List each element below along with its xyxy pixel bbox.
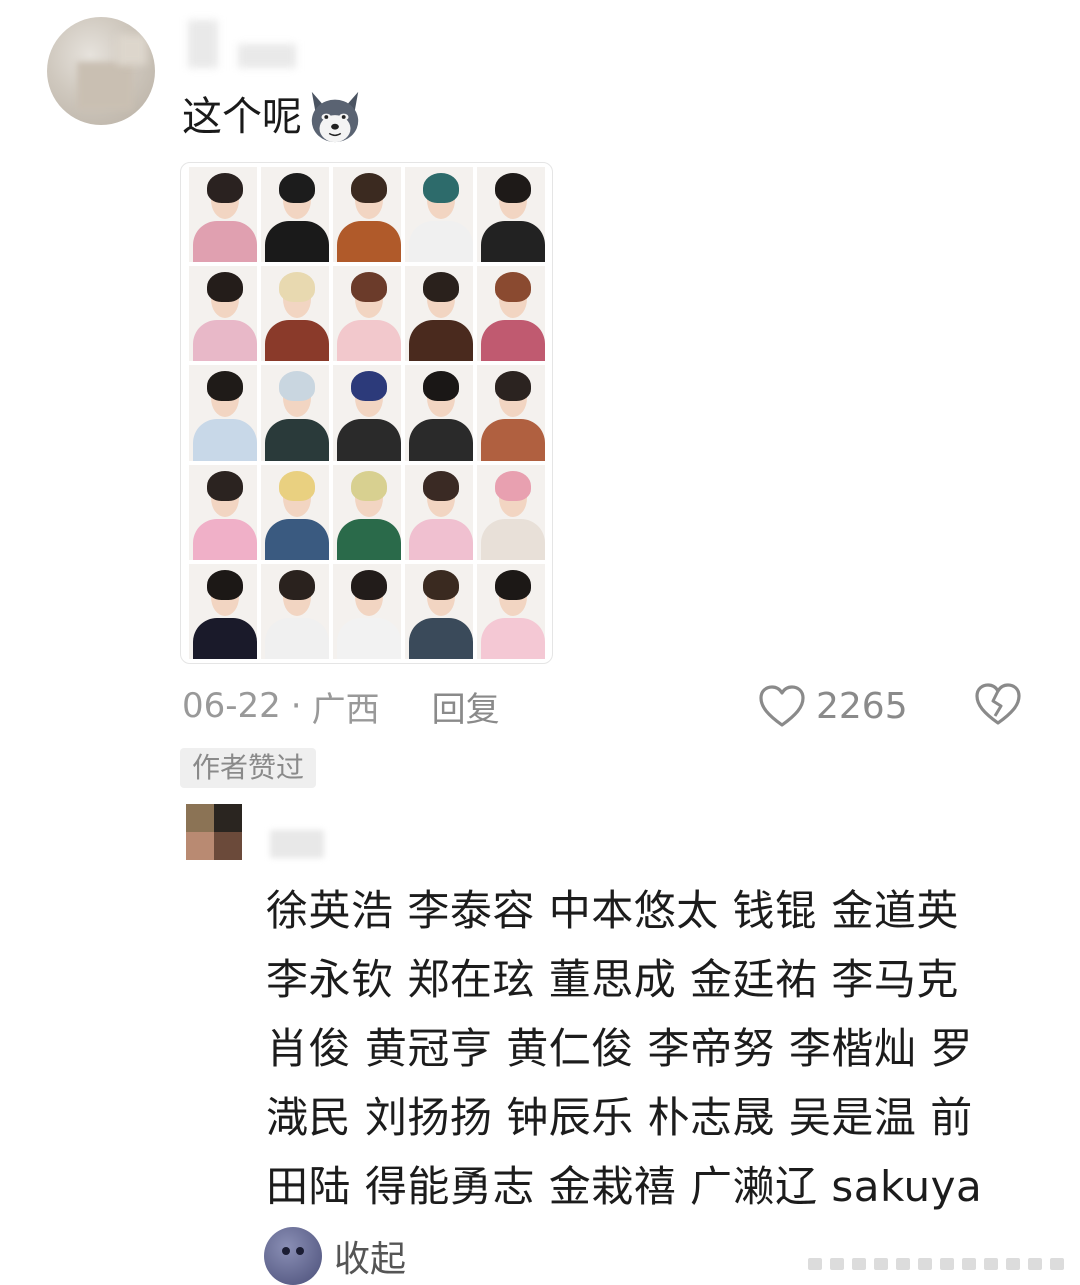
portrait-photo <box>189 464 257 560</box>
portrait-photo <box>189 563 257 659</box>
comment-meta: 06-22 · 广西 回复 <box>182 680 500 732</box>
portrait-photo <box>405 563 473 659</box>
reply-username[interactable] <box>270 830 324 858</box>
portrait-photo <box>405 167 473 263</box>
portrait-photo <box>477 167 545 263</box>
collapse-label: 收起 <box>334 1239 407 1280</box>
husky-dog-face-icon <box>311 91 359 143</box>
portrait-photo <box>333 563 401 659</box>
portrait-photo <box>261 266 329 362</box>
portrait-photo <box>477 464 545 560</box>
commenter-avatar[interactable] <box>47 17 155 125</box>
reply-line: 田陆 得能勇志 金栽禧 广濑辽 sakuya <box>266 1162 983 1211</box>
portrait-photo <box>405 266 473 362</box>
like-count: 2265 <box>816 685 908 727</box>
portrait-photo <box>261 167 329 263</box>
portrait-photo <box>477 266 545 362</box>
broken-heart-icon[interactable] <box>974 682 1022 726</box>
portrait-photo <box>333 167 401 263</box>
portrait-photo <box>189 167 257 263</box>
portrait-photo <box>405 464 473 560</box>
portrait-photo <box>477 563 545 659</box>
author-liked-badge: 作者赞过 <box>180 748 317 788</box>
attached-photo[interactable] <box>180 162 553 664</box>
moon-face-icon <box>264 1227 322 1285</box>
reply-text: 徐英浩 李泰容 中本悠太 钱锟 金道英 李永钦 郑在玹 董思成 金廷祐 李马克 … <box>266 876 1006 1221</box>
portrait-photo <box>477 365 545 461</box>
portrait-photo <box>261 365 329 461</box>
collapse-button[interactable]: 收起 <box>264 1227 407 1285</box>
reply-line: 渽民 刘扬扬 钟辰乐 朴志晟 吴是温 前 <box>266 1093 973 1142</box>
reply-line: 李永钦 郑在玹 董思成 金廷祐 李马克 <box>266 955 959 1004</box>
heart-icon <box>759 685 805 727</box>
comment-location: 广西 <box>311 689 380 730</box>
reply-line: 肖俊 黄冠亨 黄仁俊 李帝努 李楷灿 罗 <box>266 1024 973 1073</box>
commenter-username[interactable] <box>188 20 218 68</box>
comment-text-label: 这个呢 <box>182 94 302 140</box>
like-button[interactable]: 2265 <box>758 680 908 732</box>
comment-date: 06-22 <box>182 686 281 726</box>
commenter-username-part <box>238 44 296 68</box>
portrait-photo <box>189 266 257 362</box>
portrait-photo <box>261 464 329 560</box>
portrait-photo <box>333 464 401 560</box>
portrait-photo <box>405 365 473 461</box>
portrait-photo <box>261 563 329 659</box>
meta-separator: · <box>290 686 302 726</box>
reply-line: 徐英浩 李泰容 中本悠太 钱锟 金道英 <box>266 886 959 935</box>
portrait-grid <box>189 167 545 659</box>
portrait-photo <box>189 365 257 461</box>
reply-avatar[interactable] <box>186 804 242 860</box>
watermark <box>808 1258 1064 1270</box>
portrait-photo <box>333 365 401 461</box>
portrait-photo <box>333 266 401 362</box>
reply-button[interactable]: 回复 <box>432 682 500 731</box>
comment-text: 这个呢 <box>182 88 364 146</box>
